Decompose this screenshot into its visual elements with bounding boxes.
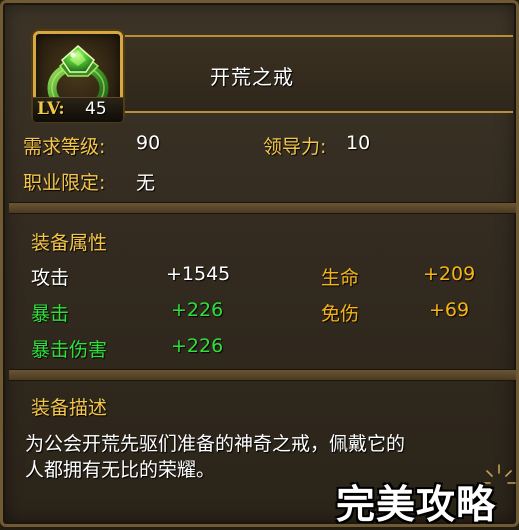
site-watermark: 完美攻略 — [336, 483, 497, 528]
description-line: 为公会开荒先驱们准备的神奇之戒，佩戴它的 — [25, 433, 406, 455]
crit-damage-label: 暴击伤害 — [31, 339, 108, 361]
attributes-section-title: 装备属性 — [31, 232, 108, 254]
level-badge: LV: 45 — [33, 97, 123, 122]
class-restriction-value: 无 — [136, 172, 156, 194]
required-level-value: 90 — [136, 132, 161, 154]
description-line: 人都拥有无比的荣耀。 — [25, 459, 216, 481]
damage-reduction-value: +69 — [429, 299, 470, 321]
leadership-label: 领导力: — [263, 136, 327, 158]
item-header-band — [121, 35, 513, 113]
hp-label: 生命 — [321, 267, 360, 289]
crit-damage-value: +226 — [171, 335, 224, 357]
level-badge-label: LV: — [37, 99, 65, 119]
leadership-value: 10 — [346, 132, 371, 154]
description-section-title: 装备描述 — [31, 397, 108, 419]
damage-reduction-label: 免伤 — [321, 303, 360, 325]
attack-value: +1545 — [166, 263, 231, 285]
crit-value: +226 — [171, 299, 224, 321]
section-divider — [9, 370, 516, 380]
class-restriction-label: 职业限定: — [23, 172, 106, 194]
crit-label: 暴击 — [31, 303, 70, 325]
hp-value: +209 — [423, 263, 476, 285]
required-level-label: 需求等级: — [23, 136, 106, 158]
level-badge-value: 45 — [85, 99, 107, 119]
section-divider — [9, 203, 516, 213]
item-name: 开荒之戒 — [210, 65, 294, 89]
attack-label: 攻击 — [31, 267, 70, 289]
item-tooltip-panel: LV: 45 开荒之戒 需求等级: 90 领导力: 10 职业限定: 无 装备属… — [0, 0, 519, 527]
